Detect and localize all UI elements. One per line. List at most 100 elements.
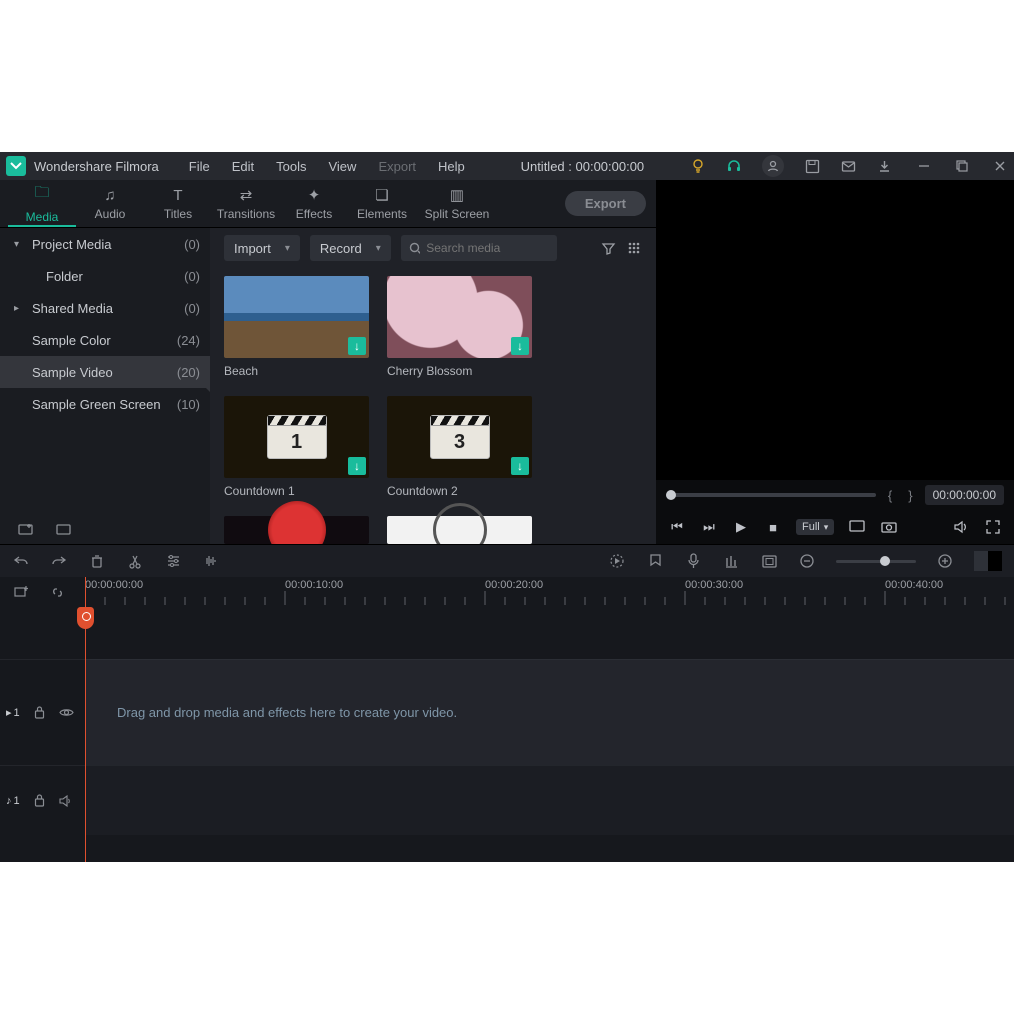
- mark-out-icon[interactable]: }: [904, 488, 916, 503]
- audio-track[interactable]: [85, 765, 1014, 835]
- sidebar-footer: [0, 514, 210, 544]
- quality-dropdown[interactable]: Full▾: [796, 519, 834, 535]
- download-badge-icon[interactable]: ↓: [511, 457, 529, 475]
- stop-icon[interactable]: ■: [764, 518, 782, 536]
- grid-view-icon[interactable]: [626, 240, 642, 256]
- sidebar-item-sample-video[interactable]: Sample Video(20): [0, 356, 210, 388]
- save-icon[interactable]: [804, 158, 820, 174]
- audio-track-header[interactable]: ♪1: [0, 765, 85, 835]
- close-icon[interactable]: [992, 158, 1008, 174]
- crop-icon[interactable]: [760, 552, 778, 570]
- lock-icon[interactable]: [34, 706, 45, 719]
- sidebar-item-sample-green-screen[interactable]: Sample Green Screen(10): [0, 388, 210, 420]
- time-ruler[interactable]: 00:00:00:00 00:00:10:00 00:00:20:00 00:0…: [85, 577, 1014, 607]
- app-logo-icon: [6, 156, 26, 176]
- next-frame-icon[interactable]: ⏭: [700, 518, 718, 536]
- collapse-handle-icon[interactable]: [204, 380, 210, 392]
- import-dropdown[interactable]: Import▾: [224, 235, 300, 261]
- fullscreen-icon[interactable]: [984, 518, 1002, 536]
- zoom-slider[interactable]: [836, 560, 916, 563]
- seek-slider[interactable]: [666, 493, 876, 497]
- new-folder-icon[interactable]: [18, 521, 34, 537]
- media-card-cherry-blossom[interactable]: ↓ Cherry Blossom: [387, 276, 532, 378]
- thumbnail: 1↓: [224, 396, 369, 478]
- download-badge-icon[interactable]: ↓: [348, 337, 366, 355]
- snapshot-icon[interactable]: [880, 518, 898, 536]
- tab-elements[interactable]: ❏Elements: [348, 180, 416, 227]
- tab-transitions[interactable]: ⇄Transitions: [212, 180, 280, 227]
- sidebar-item-folder[interactable]: Folder(0): [0, 260, 210, 292]
- app-window: Wondershare Filmora File Edit Tools View…: [0, 152, 1014, 862]
- adjust-icon[interactable]: [164, 552, 182, 570]
- media-card-countdown-2[interactable]: 3↓ Countdown 2: [387, 396, 532, 498]
- media-card-partial-2[interactable]: [387, 516, 532, 544]
- tab-media[interactable]: 🗀Media: [8, 180, 76, 227]
- media-card-countdown-1[interactable]: 1↓ Countdown 1: [224, 396, 369, 498]
- volume-icon[interactable]: [952, 518, 970, 536]
- tab-effects[interactable]: ✦Effects: [280, 180, 348, 227]
- eye-icon[interactable]: [59, 707, 74, 718]
- export-button[interactable]: Export: [565, 191, 646, 216]
- menu-edit[interactable]: Edit: [222, 159, 264, 174]
- mute-icon[interactable]: [59, 795, 72, 807]
- lock-icon[interactable]: [34, 794, 45, 807]
- mail-icon[interactable]: [840, 158, 856, 174]
- tab-split-screen[interactable]: ▥Split Screen: [416, 180, 498, 227]
- download-icon[interactable]: [876, 158, 892, 174]
- zoom-in-icon[interactable]: [936, 552, 954, 570]
- timeline-view-toggle[interactable]: [974, 551, 1002, 571]
- timeline: ▸1 ♪1 00:00:00:00 00:00:10:00 00:00:20:0…: [0, 577, 1014, 862]
- maximize-icon[interactable]: [954, 158, 970, 174]
- audio-mixer-icon[interactable]: [722, 552, 740, 570]
- elements-icon: ❏: [375, 186, 388, 204]
- music-icon: ♫: [104, 187, 115, 204]
- tab-titles[interactable]: TTitles: [144, 180, 212, 227]
- tab-audio[interactable]: ♫Audio: [76, 180, 144, 227]
- render-icon[interactable]: [608, 552, 626, 570]
- folder-icon[interactable]: [56, 521, 72, 537]
- undo-icon[interactable]: [12, 552, 30, 570]
- video-track-header[interactable]: ▸1: [0, 659, 85, 765]
- prev-frame-icon[interactable]: ⏮: [668, 518, 686, 536]
- sidebar-item-shared-media[interactable]: ▸Shared Media(0): [0, 292, 210, 324]
- search-field[interactable]: [426, 241, 549, 255]
- tracks-area[interactable]: 00:00:00:00 00:00:10:00 00:00:20:00 00:0…: [85, 577, 1014, 862]
- title-icons: [690, 155, 902, 177]
- sidebar-item-sample-color[interactable]: Sample Color(24): [0, 324, 210, 356]
- filter-icon[interactable]: [600, 240, 616, 256]
- delete-icon[interactable]: [88, 552, 106, 570]
- menu-view[interactable]: View: [318, 159, 366, 174]
- account-icon[interactable]: [762, 155, 784, 177]
- waveform-icon[interactable]: [202, 552, 220, 570]
- preview-viewport[interactable]: [656, 228, 1014, 480]
- headphones-icon[interactable]: [726, 158, 742, 174]
- add-track-icon[interactable]: [12, 583, 30, 601]
- media-card-beach[interactable]: ↓ Beach: [224, 276, 369, 378]
- split-icon[interactable]: [126, 552, 144, 570]
- playhead[interactable]: [85, 577, 86, 862]
- record-dropdown[interactable]: Record▾: [310, 235, 391, 261]
- download-badge-icon[interactable]: ↓: [348, 457, 366, 475]
- link-icon[interactable]: [48, 583, 66, 601]
- menu-file[interactable]: File: [179, 159, 220, 174]
- playhead-handle-icon[interactable]: [77, 607, 94, 629]
- menu-export[interactable]: Export: [368, 159, 426, 174]
- browser-toolbar: Import▾ Record▾: [210, 228, 656, 268]
- media-card-partial-1[interactable]: [224, 516, 369, 544]
- display-icon[interactable]: [848, 518, 866, 536]
- play-icon[interactable]: ▶: [732, 518, 750, 536]
- redo-icon[interactable]: [50, 552, 68, 570]
- search-input[interactable]: [401, 235, 557, 261]
- marker-icon[interactable]: [646, 552, 664, 570]
- panel-tabs: 🗀Media ♫Audio TTitles ⇄Transitions ✦Effe…: [0, 180, 656, 228]
- lightbulb-icon[interactable]: [690, 158, 706, 174]
- menu-tools[interactable]: Tools: [266, 159, 316, 174]
- minimize-icon[interactable]: [916, 158, 932, 174]
- voiceover-icon[interactable]: [684, 552, 702, 570]
- download-badge-icon[interactable]: ↓: [511, 337, 529, 355]
- video-track[interactable]: Drag and drop media and effects here to …: [85, 659, 1014, 765]
- zoom-out-icon[interactable]: [798, 552, 816, 570]
- menu-help[interactable]: Help: [428, 159, 475, 174]
- sidebar-item-project-media[interactable]: ▾Project Media(0): [0, 228, 210, 260]
- mark-in-icon[interactable]: {: [884, 488, 896, 503]
